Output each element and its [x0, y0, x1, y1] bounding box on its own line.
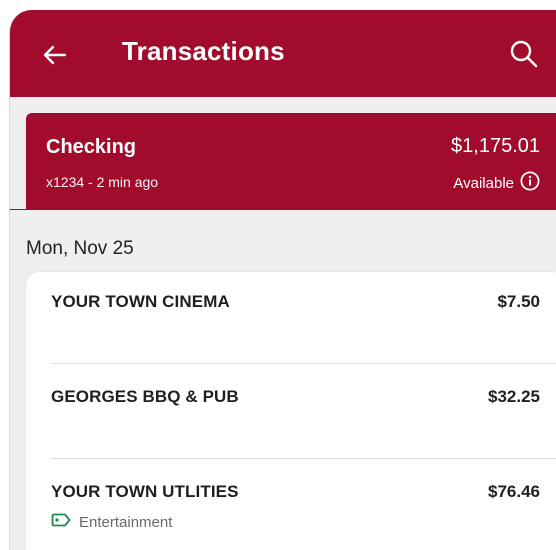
date-group-header: Mon, Nov 25 [26, 238, 134, 259]
app-frame: Transactions Checking x1234 - 2 min ago … [10, 10, 556, 550]
divider [10, 209, 556, 210]
available-label: Available [453, 174, 514, 192]
app-bar: Transactions [10, 10, 556, 97]
row-divider [51, 458, 556, 459]
transaction-category: Entertainment [51, 513, 172, 531]
page-title: Transactions [122, 36, 285, 66]
transaction-row[interactable]: YOUR TOWN CINEMA $7.50 [26, 272, 556, 364]
account-balance: $1,175.01 [451, 135, 540, 157]
info-icon[interactable] [520, 171, 540, 195]
transaction-merchant: YOUR TOWN UTLITIES [51, 482, 239, 501]
tag-icon [51, 513, 71, 531]
account-meta: x1234 - 2 min ago [46, 174, 159, 190]
account-name: Checking [46, 136, 137, 158]
transactions-list: YOUR TOWN CINEMA $7.50 GEORGES BBQ & PUB… [26, 272, 556, 550]
category-label: Entertainment [79, 513, 173, 531]
transaction-merchant: YOUR TOWN CINEMA [51, 292, 230, 311]
search-icon[interactable] [508, 38, 540, 70]
account-summary-card[interactable]: Checking x1234 - 2 min ago $1,175.01 Ava… [26, 113, 556, 209]
transaction-amount: $76.46 [488, 482, 540, 501]
transaction-amount: $32.25 [488, 387, 540, 406]
transaction-row[interactable]: YOUR TOWN UTLITIES $76.46 Entertainment [26, 462, 556, 550]
transaction-merchant: GEORGES BBQ & PUB [51, 387, 239, 406]
transaction-amount: $7.50 [497, 292, 540, 311]
available-label-group: Available [453, 171, 540, 195]
back-arrow-icon[interactable] [40, 40, 70, 70]
row-divider [51, 363, 556, 364]
transaction-row[interactable]: GEORGES BBQ & PUB $32.25 [26, 367, 556, 459]
